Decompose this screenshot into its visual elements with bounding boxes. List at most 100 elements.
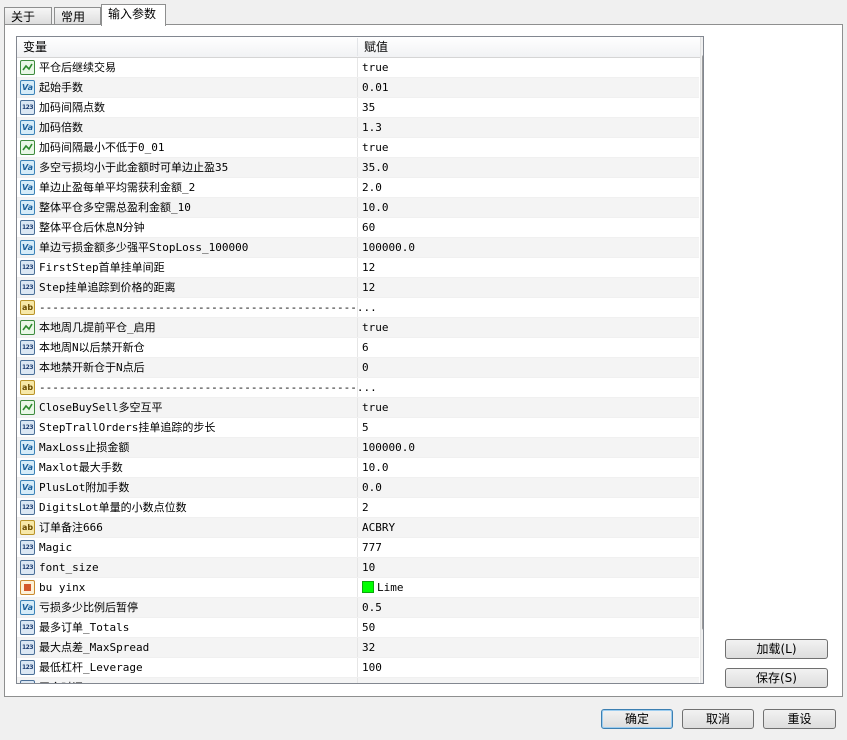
column-header-value[interactable]: 赋值 bbox=[358, 37, 694, 57]
tab-about[interactable]: 关于 bbox=[4, 7, 52, 25]
table-row[interactable]: ab 订单备注666 ACBRY bbox=[17, 518, 699, 538]
table-row[interactable]: 123 Step挂单追踪到价格的距离 12 bbox=[17, 278, 699, 298]
table-row[interactable]: 123 本地周N以后禁开新仓 6 bbox=[17, 338, 699, 358]
variable-value[interactable]: 35 bbox=[362, 98, 375, 117]
table-row[interactable]: Va MaxLoss止损金额 100000.0 bbox=[17, 438, 699, 458]
value-cell[interactable]: 0 bbox=[358, 678, 699, 683]
variable-value[interactable]: 6 bbox=[362, 338, 369, 357]
variable-value[interactable]: 12 bbox=[362, 258, 375, 277]
variable-value[interactable]: 12 bbox=[362, 278, 375, 297]
table-row[interactable]: ab --------------------------------------… bbox=[17, 378, 699, 398]
save-button[interactable]: 保存(S) bbox=[725, 668, 828, 688]
variable-value[interactable]: 100000.0 bbox=[362, 238, 415, 257]
scroll-down-arrow-icon[interactable]: ▼ bbox=[701, 667, 703, 683]
value-cell[interactable]: ACBRY bbox=[358, 518, 699, 537]
variable-value[interactable]: true bbox=[362, 398, 389, 417]
table-row[interactable]: Va Maxlot最大手数 10.0 bbox=[17, 458, 699, 478]
value-cell[interactable]: 2.0 bbox=[358, 178, 699, 197]
value-cell[interactable]: 35.0 bbox=[358, 158, 699, 177]
table-row[interactable]: 加码间隔最小不低于0_01 true bbox=[17, 138, 699, 158]
variable-value[interactable]: 0.0 bbox=[362, 478, 382, 497]
table-row[interactable]: 123 Magic 777 bbox=[17, 538, 699, 558]
cancel-button[interactable]: 取消 bbox=[682, 709, 754, 729]
table-row[interactable]: 123 StepTrallOrders挂单追踪的步长 5 bbox=[17, 418, 699, 438]
table-row[interactable]: 本地周几提前平仓_启用 true bbox=[17, 318, 699, 338]
value-cell[interactable]: 50 bbox=[358, 618, 699, 637]
variable-value[interactable]: 0.5 bbox=[362, 598, 382, 617]
table-row[interactable]: Va 加码倍数 1.3 bbox=[17, 118, 699, 138]
color-swatch[interactable] bbox=[362, 581, 374, 593]
reset-button[interactable]: 重设 bbox=[763, 709, 836, 729]
table-row[interactable]: ab --------------------------------------… bbox=[17, 298, 699, 318]
variable-value[interactable]: 1.3 bbox=[362, 118, 382, 137]
value-cell[interactable]: true bbox=[358, 138, 699, 157]
tab-common[interactable]: 常用 bbox=[54, 7, 101, 25]
value-cell[interactable] bbox=[358, 378, 699, 397]
value-cell[interactable]: 2 bbox=[358, 498, 699, 517]
variable-value[interactable]: true bbox=[362, 58, 389, 77]
table-row[interactable]: Va 亏损多少比例后暂停 0.5 bbox=[17, 598, 699, 618]
variable-value[interactable]: Lime bbox=[377, 578, 404, 597]
value-cell[interactable]: 12 bbox=[358, 258, 699, 277]
variable-value[interactable]: true bbox=[362, 318, 389, 337]
table-row[interactable]: 123 FirstStep首单挂单间距 12 bbox=[17, 258, 699, 278]
vertical-scrollbar[interactable]: ▲ ≡ ▼ bbox=[700, 37, 703, 683]
value-cell[interactable]: 32 bbox=[358, 638, 699, 657]
tab-inputs[interactable]: 输入参数 bbox=[101, 4, 166, 26]
variable-value[interactable]: 2 bbox=[362, 498, 369, 517]
variable-value[interactable]: ACBRY bbox=[362, 518, 395, 537]
table-row[interactable]: 123 本地禁开新仓于N点后 0 bbox=[17, 358, 699, 378]
load-button[interactable]: 加载(L) bbox=[725, 639, 828, 659]
table-row[interactable]: Va 单边止盈每单平均需获利金额_2 2.0 bbox=[17, 178, 699, 198]
value-cell[interactable]: true bbox=[358, 398, 699, 417]
value-cell[interactable]: 10 bbox=[358, 558, 699, 577]
value-cell[interactable]: 6 bbox=[358, 338, 699, 357]
table-row[interactable]: 123 DigitsLot单量的小数点位数 2 bbox=[17, 498, 699, 518]
column-header-variable[interactable]: 变量 bbox=[17, 37, 357, 57]
variable-value[interactable]: 100 bbox=[362, 658, 382, 677]
variable-value[interactable]: 100000.0 bbox=[362, 438, 415, 457]
variable-value[interactable]: 10 bbox=[362, 558, 375, 577]
variable-value[interactable]: 10.0 bbox=[362, 458, 389, 477]
value-cell[interactable]: 5 bbox=[358, 418, 699, 437]
table-row[interactable]: Va 整体平仓多空需总盈利金额_10 10.0 bbox=[17, 198, 699, 218]
variable-value[interactable]: 0 bbox=[362, 678, 369, 683]
value-cell[interactable]: 35 bbox=[358, 98, 699, 117]
table-row[interactable]: CloseBuySell多空互平 true bbox=[17, 398, 699, 418]
table-row[interactable]: 平仓后继续交易 true bbox=[17, 58, 699, 78]
variable-value[interactable]: 0 bbox=[362, 358, 369, 377]
value-cell[interactable]: 0.0 bbox=[358, 478, 699, 497]
value-cell[interactable]: 0.01 bbox=[358, 78, 699, 97]
value-cell[interactable]: 12 bbox=[358, 278, 699, 297]
value-cell[interactable]: 1.3 bbox=[358, 118, 699, 137]
variable-value[interactable]: 50 bbox=[362, 618, 375, 637]
value-cell[interactable]: true bbox=[358, 318, 699, 337]
variable-value[interactable]: 60 bbox=[362, 218, 375, 237]
value-cell[interactable]: 777 bbox=[358, 538, 699, 557]
value-cell[interactable]: 10.0 bbox=[358, 198, 699, 217]
variable-value[interactable]: 2.0 bbox=[362, 178, 382, 197]
value-cell[interactable]: 100000.0 bbox=[358, 238, 699, 257]
variable-value[interactable]: 10.0 bbox=[362, 198, 389, 217]
table-row[interactable]: 123 加码间隔点数 35 bbox=[17, 98, 699, 118]
table-row[interactable]: 123 最多订单_Totals 50 bbox=[17, 618, 699, 638]
table-row[interactable]: Va 起始手数 0.01 bbox=[17, 78, 699, 98]
value-cell[interactable] bbox=[358, 298, 699, 317]
table-row[interactable]: Va 多空亏损均小于此金额时可单边止盈35 35.0 bbox=[17, 158, 699, 178]
variable-value[interactable]: true bbox=[362, 138, 389, 157]
scroll-up-arrow-icon[interactable]: ▲ bbox=[701, 37, 703, 53]
variable-value[interactable]: 5 bbox=[362, 418, 369, 437]
value-cell[interactable]: 60 bbox=[358, 218, 699, 237]
variable-value[interactable]: 777 bbox=[362, 538, 382, 557]
table-row[interactable]: 123 整体平仓后休息N分钟 60 bbox=[17, 218, 699, 238]
table-row[interactable]: 123 平仓时间_StartH 0 bbox=[17, 678, 699, 683]
value-cell[interactable]: 0.5 bbox=[358, 598, 699, 617]
table-row[interactable]: Va 单边亏损金额多少强平StopLoss_100000 100000.0 bbox=[17, 238, 699, 258]
variable-value[interactable]: 0.01 bbox=[362, 78, 389, 97]
value-cell[interactable]: Lime bbox=[358, 578, 699, 597]
table-row[interactable]: Va PlusLot附加手数 0.0 bbox=[17, 478, 699, 498]
table-row[interactable]: bu yinx Lime bbox=[17, 578, 699, 598]
table-row[interactable]: 123 最低杠杆_Leverage 100 bbox=[17, 658, 699, 678]
value-cell[interactable]: 100 bbox=[358, 658, 699, 677]
value-cell[interactable]: 10.0 bbox=[358, 458, 699, 477]
